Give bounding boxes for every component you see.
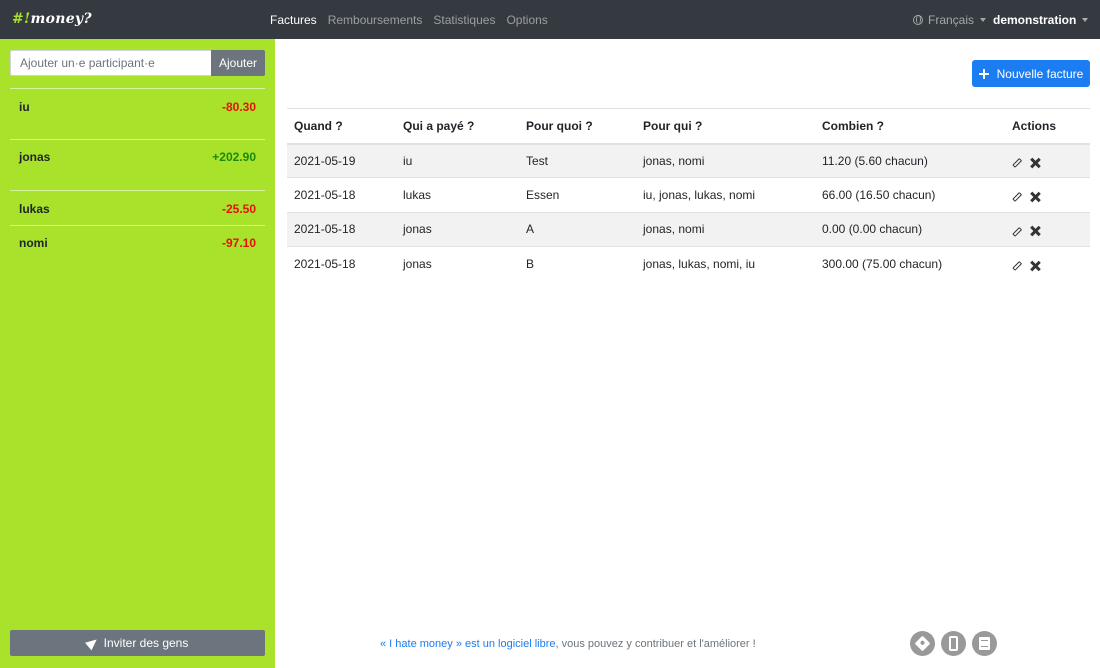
delete-x-icon[interactable] <box>1030 158 1040 168</box>
bill-date: 2021-05-18 <box>287 211 396 247</box>
table-row: 2021-05-18 jonas B jonas, lukas, nomi, i… <box>287 245 1090 281</box>
bill-amount: 300.00 (75.00 chacun) <box>815 245 1005 281</box>
user-dropdown[interactable]: demonstration <box>993 13 1089 27</box>
bill-date: 2021-05-18 <box>287 245 396 281</box>
table-row: 2021-05-19 iu Test jonas, nomi 11.20 (5.… <box>287 142 1090 178</box>
bill-actions <box>1005 211 1090 247</box>
balance-amount: -80.30 <box>221 100 256 114</box>
edit-pencil-icon[interactable] <box>1012 261 1022 271</box>
bill-actions <box>1005 142 1090 178</box>
footer-icons <box>910 631 1003 656</box>
participant-name: nomi <box>19 236 48 250</box>
new-bill-button[interactable]: Nouvelle facture <box>972 60 1090 87</box>
nav-link-remboursements[interactable]: Remboursements <box>328 13 423 27</box>
bill-what: A <box>519 211 636 247</box>
bills-table: Quand ? Qui a payé ? Pour quoi ? Pour qu… <box>287 108 1090 281</box>
nav-link-options[interactable]: Options <box>506 13 547 27</box>
column-header-what: Pour quoi ? <box>519 108 636 145</box>
new-bill-label: Nouvelle facture <box>996 66 1084 81</box>
bill-payer: iu <box>396 142 519 178</box>
bill-payer: jonas <box>396 245 519 281</box>
column-header-payer: Qui a payé ? <box>396 108 519 145</box>
book-icon[interactable] <box>972 631 997 656</box>
balance-row-iu[interactable]: iu -80.30 <box>10 88 265 139</box>
edit-pencil-icon[interactable] <box>1012 192 1022 202</box>
footer-text: « I hate money » est un logiciel libre, … <box>380 638 756 650</box>
mobile-icon[interactable] <box>941 631 966 656</box>
balance-amount: -25.50 <box>221 202 256 216</box>
bill-payer: jonas <box>396 211 519 247</box>
bill-owers: iu, jonas, lukas, nomi <box>636 177 815 213</box>
table-row: 2021-05-18 lukas Essen iu, jonas, lukas,… <box>287 177 1090 213</box>
column-header-for-whom: Pour qui ? <box>636 108 815 145</box>
table-row: 2021-05-18 jonas A jonas, nomi 0.00 (0.0… <box>287 211 1090 247</box>
nav-link-factures[interactable]: Factures <box>270 13 317 27</box>
participant-name: lukas <box>19 202 50 216</box>
bill-what: Test <box>519 142 636 178</box>
bill-what: Essen <box>519 177 636 213</box>
add-participant-input[interactable] <box>10 50 211 76</box>
caret-down-icon <box>980 18 987 22</box>
paper-plane-icon <box>84 635 100 651</box>
bill-amount: 0.00 (0.00 chacun) <box>815 211 1005 247</box>
nav-link-statistiques[interactable]: Statistiques <box>433 13 495 27</box>
column-header-amount: Combien ? <box>815 108 1005 145</box>
bill-date: 2021-05-18 <box>287 177 396 213</box>
globe-icon <box>913 15 923 25</box>
edit-pencil-icon[interactable] <box>1012 158 1022 168</box>
sidebar: Ajouter iu -80.30 jonas +202.90 lukas -2… <box>0 39 275 668</box>
balance-amount: +202.90 <box>212 150 256 164</box>
bill-amount: 11.20 (5.60 chacun) <box>815 142 1005 178</box>
edit-pencil-icon[interactable] <box>1012 226 1022 237</box>
invite-people-button[interactable]: Inviter des gens <box>10 630 265 656</box>
delete-x-icon[interactable] <box>1030 192 1040 202</box>
bill-owers: jonas, nomi <box>636 142 815 178</box>
user-name: demonstration <box>993 13 1077 27</box>
bill-actions <box>1005 177 1090 213</box>
add-participant-form: Ajouter <box>10 50 265 76</box>
bill-date: 2021-05-19 <box>287 142 396 178</box>
delete-x-icon[interactable] <box>1030 261 1040 271</box>
bill-owers: jonas, nomi <box>636 211 815 247</box>
caret-down-icon <box>1082 18 1089 22</box>
bill-payer: lukas <box>396 177 519 213</box>
brand-logo[interactable]: #!money? <box>12 11 92 27</box>
table-header-row: Quand ? Qui a payé ? Pour quoi ? Pour qu… <box>287 108 1090 145</box>
footer-project-link[interactable]: « I hate money » est un logiciel libre <box>380 638 556 650</box>
git-icon[interactable] <box>910 631 935 656</box>
balance-list: iu -80.30 jonas +202.90 lukas -25.50 nom… <box>10 88 265 261</box>
language-dropdown[interactable]: Français <box>913 13 987 27</box>
bill-actions <box>1005 245 1090 281</box>
balance-amount: -97.10 <box>221 236 256 250</box>
column-header-actions: Actions <box>1005 108 1090 145</box>
plus-icon <box>978 68 989 79</box>
bill-what: B <box>519 245 636 281</box>
balance-row-jonas[interactable]: jonas +202.90 <box>10 139 265 190</box>
footer-message: , vous pouvez y contribuer et l'améliore… <box>555 638 756 650</box>
bill-amount: 66.00 (16.50 chacun) <box>815 177 1005 213</box>
delete-x-icon[interactable] <box>1030 226 1040 236</box>
bill-owers: jonas, lukas, nomi, iu <box>636 245 815 281</box>
language-label: Français <box>928 13 975 27</box>
invite-label: Inviter des gens <box>103 636 189 650</box>
add-participant-button[interactable]: Ajouter <box>211 50 265 76</box>
balance-row-lukas[interactable]: lukas -25.50 <box>10 190 265 225</box>
participant-name: jonas <box>19 150 51 164</box>
column-header-when: Quand ? <box>287 108 396 145</box>
main-nav: Factures Remboursements Statistiques Opt… <box>270 13 559 27</box>
participant-name: iu <box>19 100 30 114</box>
balance-row-nomi[interactable]: nomi -97.10 <box>10 225 265 261</box>
top-navbar: #!money? Factures Remboursements Statist… <box>0 0 1100 39</box>
